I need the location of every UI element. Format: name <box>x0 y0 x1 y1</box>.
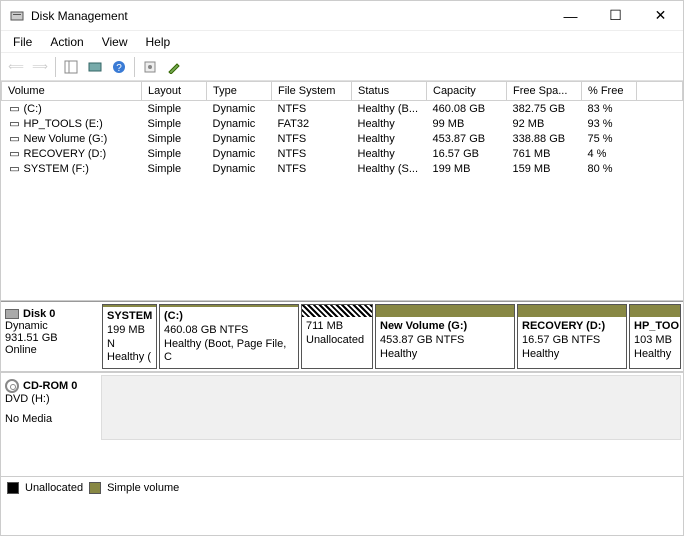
menu-help[interactable]: Help <box>138 33 179 51</box>
partition-body: New Volume (G:)453.87 GB NTFSHealthy <box>376 317 514 368</box>
cdrom-icon <box>5 379 19 393</box>
volume-row[interactable]: ▭SYSTEM (F:)SimpleDynamicNTFSHealthy (S.… <box>2 161 683 176</box>
forward-button[interactable]: ⟹ <box>29 56 51 78</box>
volume-row[interactable]: ▭(C:)SimpleDynamicNTFSHealthy (B...460.0… <box>2 101 683 117</box>
legend-label-simple: Simple volume <box>107 482 179 494</box>
menu-action[interactable]: Action <box>42 33 91 51</box>
legend: Unallocated Simple volume <box>1 476 683 498</box>
app-icon <box>9 8 25 24</box>
disk-row[interactable]: Disk 0 Dynamic 931.51 GB Online SYSTEM19… <box>1 302 683 372</box>
settings-button[interactable] <box>139 56 161 78</box>
cdrom-empty-area <box>101 375 681 440</box>
disk-type: Dynamic <box>5 320 97 332</box>
refresh-button[interactable] <box>84 56 106 78</box>
partition-box[interactable]: HP_TOO103 MBHealthy <box>629 304 681 369</box>
partition-body: HP_TOO103 MBHealthy <box>630 317 680 368</box>
back-button[interactable]: ⟸ <box>5 56 27 78</box>
disk-info: Disk 0 Dynamic 931.51 GB Online <box>1 302 101 371</box>
cdrom-status: No Media <box>5 413 97 425</box>
partition-box[interactable]: 711 MBUnallocated <box>301 304 373 369</box>
col-type[interactable]: Type <box>207 82 272 101</box>
col-layout[interactable]: Layout <box>142 82 207 101</box>
disk-graphical-view: Disk 0 Dynamic 931.51 GB Online SYSTEM19… <box>1 301 683 476</box>
col-volume[interactable]: Volume <box>2 82 142 101</box>
col-status[interactable]: Status <box>352 82 427 101</box>
disk-icon <box>5 309 19 319</box>
disk-status: Online <box>5 344 97 356</box>
disk-name: Disk 0 <box>23 308 55 320</box>
volume-row[interactable]: ▭RECOVERY (D:)SimpleDynamicNTFSHealthy16… <box>2 146 683 161</box>
disk-size: 931.51 GB <box>5 332 97 344</box>
volume-list-header[interactable]: Volume Layout Type File System Status Ca… <box>2 82 683 101</box>
col-fs[interactable]: File System <box>272 82 352 101</box>
volume-row[interactable]: ▭New Volume (G:)SimpleDynamicNTFSHealthy… <box>2 131 683 146</box>
toolbar: ⟸ ⟹ ? <box>1 53 683 81</box>
menu-bar: File Action View Help <box>1 31 683 53</box>
partition-body: 711 MBUnallocated <box>302 317 372 368</box>
menu-file[interactable]: File <box>5 33 40 51</box>
close-button[interactable]: ✕ <box>638 1 683 31</box>
partition-box[interactable]: (C:)460.08 GB NTFSHealthy (Boot, Page Fi… <box>159 304 299 369</box>
cdrom-name: CD-ROM 0 <box>23 380 77 392</box>
volume-icon: ▭ <box>8 117 22 130</box>
volume-list[interactable]: Volume Layout Type File System Status Ca… <box>1 81 683 301</box>
maximize-button[interactable]: ☐ <box>593 1 638 31</box>
legend-swatch-unallocated <box>7 482 19 494</box>
cdrom-device: DVD (H:) <box>5 393 97 405</box>
partition-cap <box>376 305 514 317</box>
volume-icon: ▭ <box>8 132 22 145</box>
partition-cap <box>302 305 372 317</box>
volume-icon: ▭ <box>8 102 22 115</box>
svg-text:?: ? <box>116 63 122 74</box>
partition-cap <box>518 305 626 317</box>
partition-body: SYSTEM199 MB NHealthy ( <box>103 307 156 368</box>
legend-label-unallocated: Unallocated <box>25 482 83 494</box>
col-capacity[interactable]: Capacity <box>427 82 507 101</box>
partition-box[interactable]: SYSTEM199 MB NHealthy ( <box>102 304 157 369</box>
minimize-button[interactable]: — <box>548 1 593 31</box>
help-button[interactable]: ? <box>108 56 130 78</box>
show-hide-console-button[interactable] <box>60 56 82 78</box>
col-pctfree[interactable]: % Free <box>582 82 637 101</box>
title-bar: Disk Management — ☐ ✕ <box>1 1 683 31</box>
partition-box[interactable]: RECOVERY (D:)16.57 GB NTFSHealthy <box>517 304 627 369</box>
cdrom-info: CD-ROM 0 DVD (H:) No Media <box>1 373 101 442</box>
partition-body: RECOVERY (D:)16.57 GB NTFSHealthy <box>518 317 626 368</box>
partition-box[interactable]: New Volume (G:)453.87 GB NTFSHealthy <box>375 304 515 369</box>
volume-icon: ▭ <box>8 147 22 160</box>
volume-row[interactable]: ▭HP_TOOLS (E:)SimpleDynamicFAT32Healthy9… <box>2 116 683 131</box>
partition-cap <box>630 305 680 317</box>
legend-swatch-simple <box>89 482 101 494</box>
window-title: Disk Management <box>31 9 128 23</box>
properties-button[interactable] <box>163 56 185 78</box>
col-free[interactable]: Free Spa... <box>507 82 582 101</box>
cdrom-row[interactable]: CD-ROM 0 DVD (H:) No Media <box>1 372 683 442</box>
menu-view[interactable]: View <box>94 33 136 51</box>
volume-icon: ▭ <box>8 162 22 175</box>
partition-body: (C:)460.08 GB NTFSHealthy (Boot, Page Fi… <box>160 307 298 368</box>
